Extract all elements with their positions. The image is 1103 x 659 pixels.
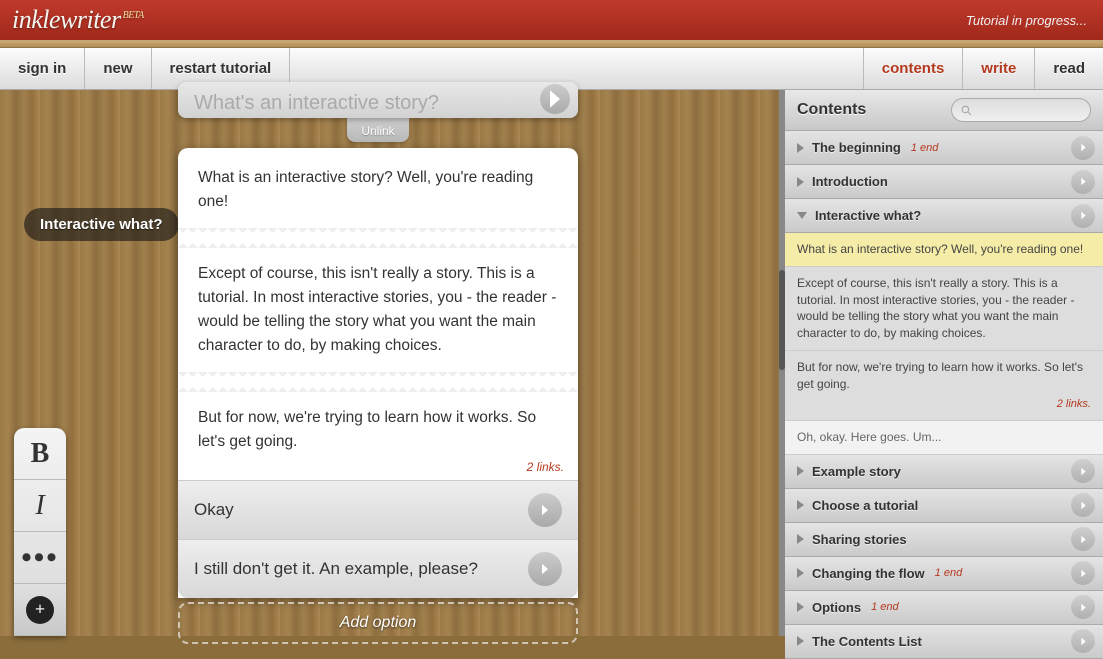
- option-text: Okay: [194, 500, 234, 520]
- toc-goto-icon[interactable]: [1071, 561, 1095, 585]
- option-row[interactable]: I still don't get it. An example, please…: [178, 539, 578, 598]
- option-row[interactable]: Okay: [178, 480, 578, 539]
- write-tab[interactable]: write: [962, 48, 1034, 89]
- unlink-button[interactable]: Unlink: [347, 118, 409, 142]
- toc-goto-icon[interactable]: [1071, 595, 1095, 619]
- option-follow-icon[interactable]: [528, 552, 562, 586]
- disclosure-triangle-icon: [797, 143, 804, 153]
- toc-item-label: Example story: [812, 464, 901, 479]
- links-count: 2 links.: [178, 458, 578, 480]
- italic-button[interactable]: I: [14, 480, 66, 532]
- toc-paragraph[interactable]: What is an interactive story? Well, you'…: [785, 233, 1103, 267]
- paragraph-divider: [178, 238, 578, 248]
- new-button[interactable]: new: [85, 48, 151, 89]
- toc-item-label: Introduction: [812, 174, 888, 189]
- contents-sidebar: Contents The beginning 1 end Introduction I…: [779, 90, 1103, 636]
- toc-goto-icon[interactable]: [1071, 459, 1095, 483]
- plus-icon: +: [26, 596, 54, 624]
- toc-goto-icon[interactable]: [1071, 527, 1095, 551]
- toc-goto-icon[interactable]: [1071, 170, 1095, 194]
- disclosure-triangle-icon: [797, 500, 804, 510]
- contents-list: The beginning 1 end Introduction Interactiv…: [785, 131, 1103, 659]
- toc-item[interactable]: Changing the flow 1 end: [785, 557, 1103, 591]
- story-paragraph[interactable]: Except of course, this isn't really a st…: [178, 248, 578, 372]
- toc-item[interactable]: Choose a tutorial: [785, 489, 1103, 523]
- logo-beta: BETA: [123, 10, 144, 21]
- story-paragraph[interactable]: What is an interactive story? Well, you'…: [178, 148, 578, 228]
- logo-text: inklewriter: [12, 5, 121, 34]
- toc-item[interactable]: Example story: [785, 455, 1103, 489]
- toc-goto-icon[interactable]: [1071, 204, 1095, 228]
- option-text: I still don't get it. An example, please…: [194, 559, 478, 579]
- editor-canvas: Interactive what? What's an interactive …: [0, 90, 1103, 636]
- toc-item[interactable]: The beginning 1 end: [785, 131, 1103, 165]
- toc-paragraph[interactable]: Except of course, this isn't really a st…: [785, 267, 1103, 351]
- disclosure-triangle-icon: [797, 466, 804, 476]
- toc-item[interactable]: Introduction: [785, 165, 1103, 199]
- toc-item-label: Choose a tutorial: [812, 498, 918, 513]
- toc-links-count: 2 links.: [797, 397, 1091, 412]
- app-logo[interactable]: inklewriterBETA: [12, 5, 144, 35]
- option-follow-icon[interactable]: [528, 493, 562, 527]
- paragraph-divider: [178, 372, 578, 382]
- app-header: inklewriterBETA Tutorial in progress...: [0, 0, 1103, 40]
- contents-search-input[interactable]: [951, 98, 1091, 122]
- toc-item-label: Interactive what?: [815, 208, 921, 223]
- toc-goto-icon[interactable]: [1071, 629, 1095, 653]
- story-column: What's an interactive story? Unlink What…: [178, 90, 578, 644]
- toc-item-label: Options: [812, 600, 861, 615]
- toc-item[interactable]: Interactive what?: [785, 199, 1103, 233]
- toc-goto-icon[interactable]: [1071, 493, 1095, 517]
- toc-item-label: Changing the flow: [812, 566, 925, 581]
- section-label-pill[interactable]: Interactive what?: [24, 208, 179, 241]
- toc-item-label: Sharing stories: [812, 532, 907, 547]
- disclosure-triangle-icon: [797, 177, 804, 187]
- signin-button[interactable]: sign in: [0, 48, 85, 89]
- paragraph-divider: [178, 228, 578, 238]
- wood-trim: [0, 40, 1103, 48]
- disclosure-triangle-icon: [797, 534, 804, 544]
- toc-expanded-section: What is an interactive story? Well, you'…: [785, 233, 1103, 455]
- toc-item[interactable]: Options 1 end: [785, 591, 1103, 625]
- more-format-button[interactable]: •••: [14, 532, 66, 584]
- disclosure-triangle-icon: [797, 568, 804, 578]
- bold-button[interactable]: B: [14, 428, 66, 480]
- add-option-button[interactable]: Add option: [178, 602, 578, 644]
- contents-tab[interactable]: contents: [863, 48, 963, 89]
- disclosure-triangle-icon: [797, 602, 804, 612]
- toc-item-meta: 1 end: [935, 567, 963, 579]
- prev-option-text: What's an interactive story?: [194, 92, 439, 114]
- disclosure-triangle-icon: [797, 212, 807, 219]
- toc-item-label: The Contents List: [812, 634, 922, 649]
- contents-title: Contents: [797, 101, 866, 119]
- toc-item[interactable]: Sharing stories: [785, 523, 1103, 557]
- previous-option-card[interactable]: What's an interactive story?: [178, 82, 578, 118]
- format-toolbar: B I ••• +: [14, 428, 66, 636]
- toc-item-meta: 1 end: [911, 142, 939, 154]
- toc-paragraph[interactable]: Oh, okay. Here goes. Um...: [785, 421, 1103, 455]
- header-status: Tutorial in progress...: [966, 13, 1087, 28]
- paragraph-divider: [178, 382, 578, 392]
- prev-option-arrow-icon[interactable]: [540, 84, 570, 114]
- add-block-button[interactable]: +: [14, 584, 66, 636]
- contents-header: Contents: [785, 90, 1103, 131]
- toc-item[interactable]: The Contents List: [785, 625, 1103, 659]
- read-tab[interactable]: read: [1034, 48, 1103, 89]
- toc-item-label: The beginning: [812, 140, 901, 155]
- toc-goto-icon[interactable]: [1071, 136, 1095, 160]
- story-card: What is an interactive story? Well, you'…: [178, 148, 578, 598]
- sidebar-scrollbar[interactable]: [779, 270, 785, 370]
- toc-item-meta: 1 end: [871, 601, 899, 613]
- toc-paragraph[interactable]: But for now, we're trying to learn how i…: [785, 351, 1103, 421]
- story-paragraph[interactable]: But for now, we're trying to learn how i…: [178, 392, 578, 458]
- disclosure-triangle-icon: [797, 636, 804, 646]
- search-icon: [960, 104, 973, 117]
